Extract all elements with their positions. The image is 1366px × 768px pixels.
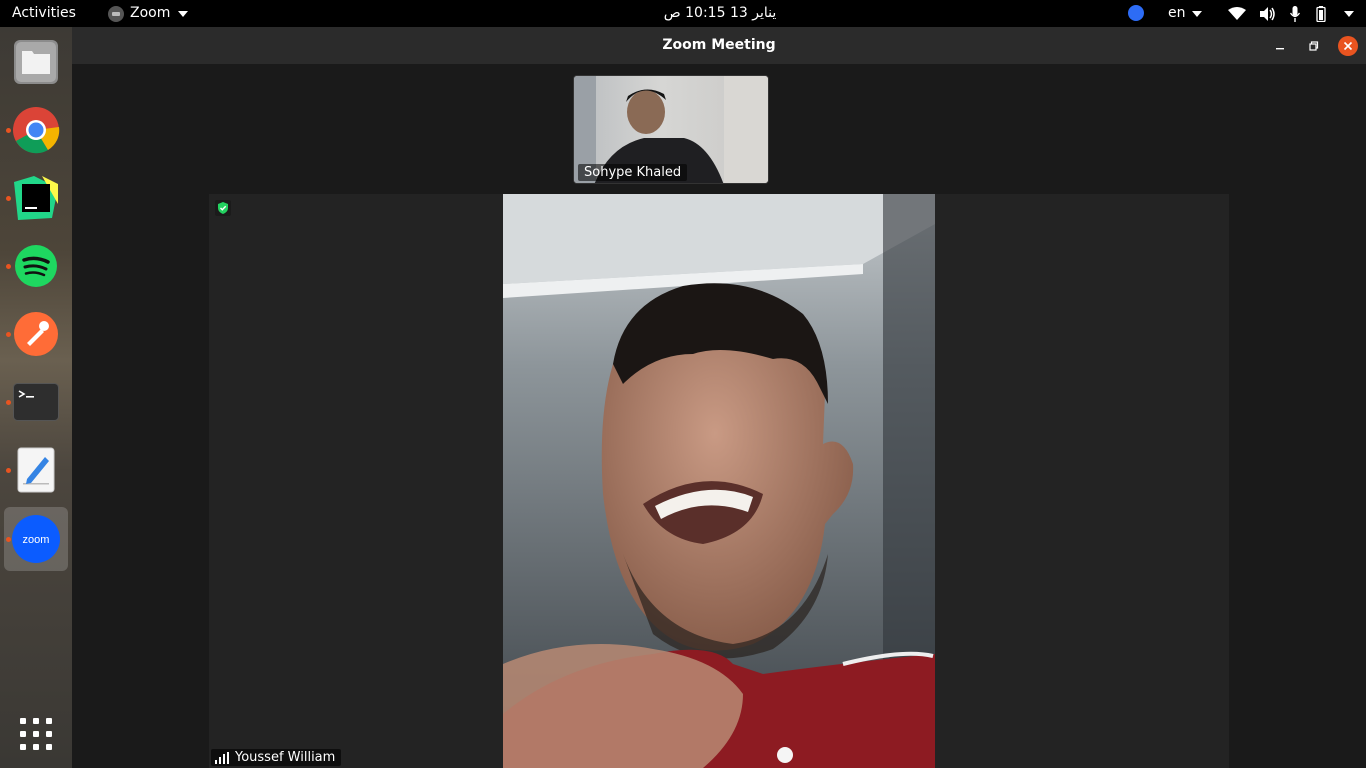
- dock-item-terminal[interactable]: [4, 370, 68, 434]
- dock-item-chrome[interactable]: [4, 98, 68, 162]
- minimize-icon: [1276, 48, 1284, 50]
- files-icon: [14, 40, 58, 84]
- activities-button[interactable]: Activities: [12, 0, 76, 27]
- running-indicator: [6, 332, 11, 337]
- app-menu[interactable]: Zoom: [108, 0, 189, 27]
- dock-item-spotify[interactable]: [4, 234, 68, 298]
- running-indicator: [6, 264, 11, 269]
- grid-icon: [20, 718, 52, 750]
- wifi-icon: [1228, 6, 1246, 20]
- zoom-tray-icon[interactable]: [1128, 0, 1144, 27]
- signal-strength-icon: [215, 751, 229, 764]
- dock-item-zoom[interactable]: zoom: [4, 507, 68, 571]
- dock-item-files[interactable]: [4, 30, 68, 94]
- close-button[interactable]: [1338, 36, 1358, 56]
- zoom-icon-label: zoom: [23, 534, 50, 546]
- minimize-button[interactable]: [1270, 36, 1290, 56]
- running-indicator: [6, 537, 11, 542]
- close-icon: [1343, 41, 1353, 51]
- participant-name-label: Sohype Khaled: [578, 164, 688, 181]
- zoom-app-icon: [108, 5, 124, 22]
- top-bar: Activities Zoom يناير 13 10:15 ص en: [0, 0, 1366, 27]
- title-bar[interactable]: Zoom Meeting: [72, 27, 1366, 64]
- app-menu-label: Zoom: [130, 5, 171, 21]
- language-label: en: [1168, 5, 1186, 21]
- active-speaker-view[interactable]: Youssef William: [209, 194, 1229, 768]
- speaker-name-label: Youssef William: [235, 750, 336, 765]
- terminal-icon: [13, 383, 59, 421]
- battery-icon: [1316, 5, 1326, 22]
- running-indicator: [6, 468, 11, 473]
- running-indicator: [6, 400, 11, 405]
- chevron-down-icon: [178, 10, 189, 17]
- window-title: Zoom Meeting: [662, 37, 776, 53]
- dock: zoom: [0, 27, 72, 768]
- system-menu[interactable]: [1228, 0, 1328, 27]
- postman-icon: [14, 312, 58, 356]
- volume-icon: [1260, 6, 1275, 21]
- zoom-icon: zoom: [12, 515, 60, 563]
- language-selector[interactable]: en: [1168, 0, 1202, 27]
- spotify-icon: [15, 245, 57, 287]
- text-editor-icon: [17, 447, 55, 493]
- speaker-name-tag: Youssef William: [211, 749, 342, 766]
- restore-icon: [1309, 41, 1319, 51]
- dock-item-postman[interactable]: [4, 302, 68, 366]
- running-indicator: [6, 128, 11, 133]
- zoom-meeting-window: Zoom Meeting Sohype Khaled Youssef Willi…: [72, 27, 1366, 768]
- running-indicator: [6, 196, 11, 201]
- show-applications-button[interactable]: [4, 702, 68, 766]
- participant-thumbnail[interactable]: Sohype Khaled: [573, 75, 769, 184]
- clock[interactable]: يناير 13 10:15 ص: [660, 0, 780, 27]
- pycharm-icon: [14, 176, 58, 220]
- chrome-icon: [13, 107, 60, 154]
- chevron-down-icon: [1191, 10, 1202, 17]
- microphone-icon: [1290, 5, 1300, 22]
- encryption-shield-icon[interactable]: [215, 200, 231, 216]
- chevron-down-icon[interactable]: [1342, 0, 1354, 27]
- dock-item-pycharm[interactable]: [4, 166, 68, 230]
- maximize-button[interactable]: [1304, 36, 1324, 56]
- speaker-video: [503, 194, 935, 768]
- dock-item-text-editor[interactable]: [4, 438, 68, 502]
- speaker-video-frame: [503, 194, 935, 768]
